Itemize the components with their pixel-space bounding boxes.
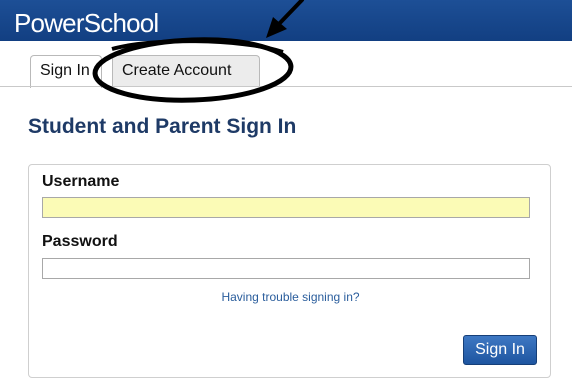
password-label: Password	[42, 233, 118, 250]
header-bar: PowerSchool	[0, 0, 572, 41]
powerschool-logo: PowerSchool	[14, 8, 159, 38]
sign-in-button[interactable]: Sign In	[463, 335, 537, 365]
trouble-signing-in-text: Having trouble signing in?	[221, 290, 360, 304]
username-field[interactable]	[42, 197, 530, 218]
sign-in-panel: Username Password Having trouble signing…	[28, 164, 551, 378]
tab-divider	[0, 86, 572, 87]
trouble-signing-in-link[interactable]: Having trouble signing in?	[29, 290, 552, 304]
password-field[interactable]	[42, 258, 530, 279]
page-title: Student and Parent Sign In	[28, 115, 297, 138]
annotation-circle-overlap	[111, 39, 284, 54]
tab-create-account-label: Create Account	[122, 62, 232, 79]
tab-sign-in-label: Sign In	[40, 62, 90, 79]
username-label: Username	[42, 173, 120, 190]
tab-create-account[interactable]: Create Account	[112, 55, 260, 87]
tab-sign-in[interactable]: Sign In	[30, 55, 102, 88]
